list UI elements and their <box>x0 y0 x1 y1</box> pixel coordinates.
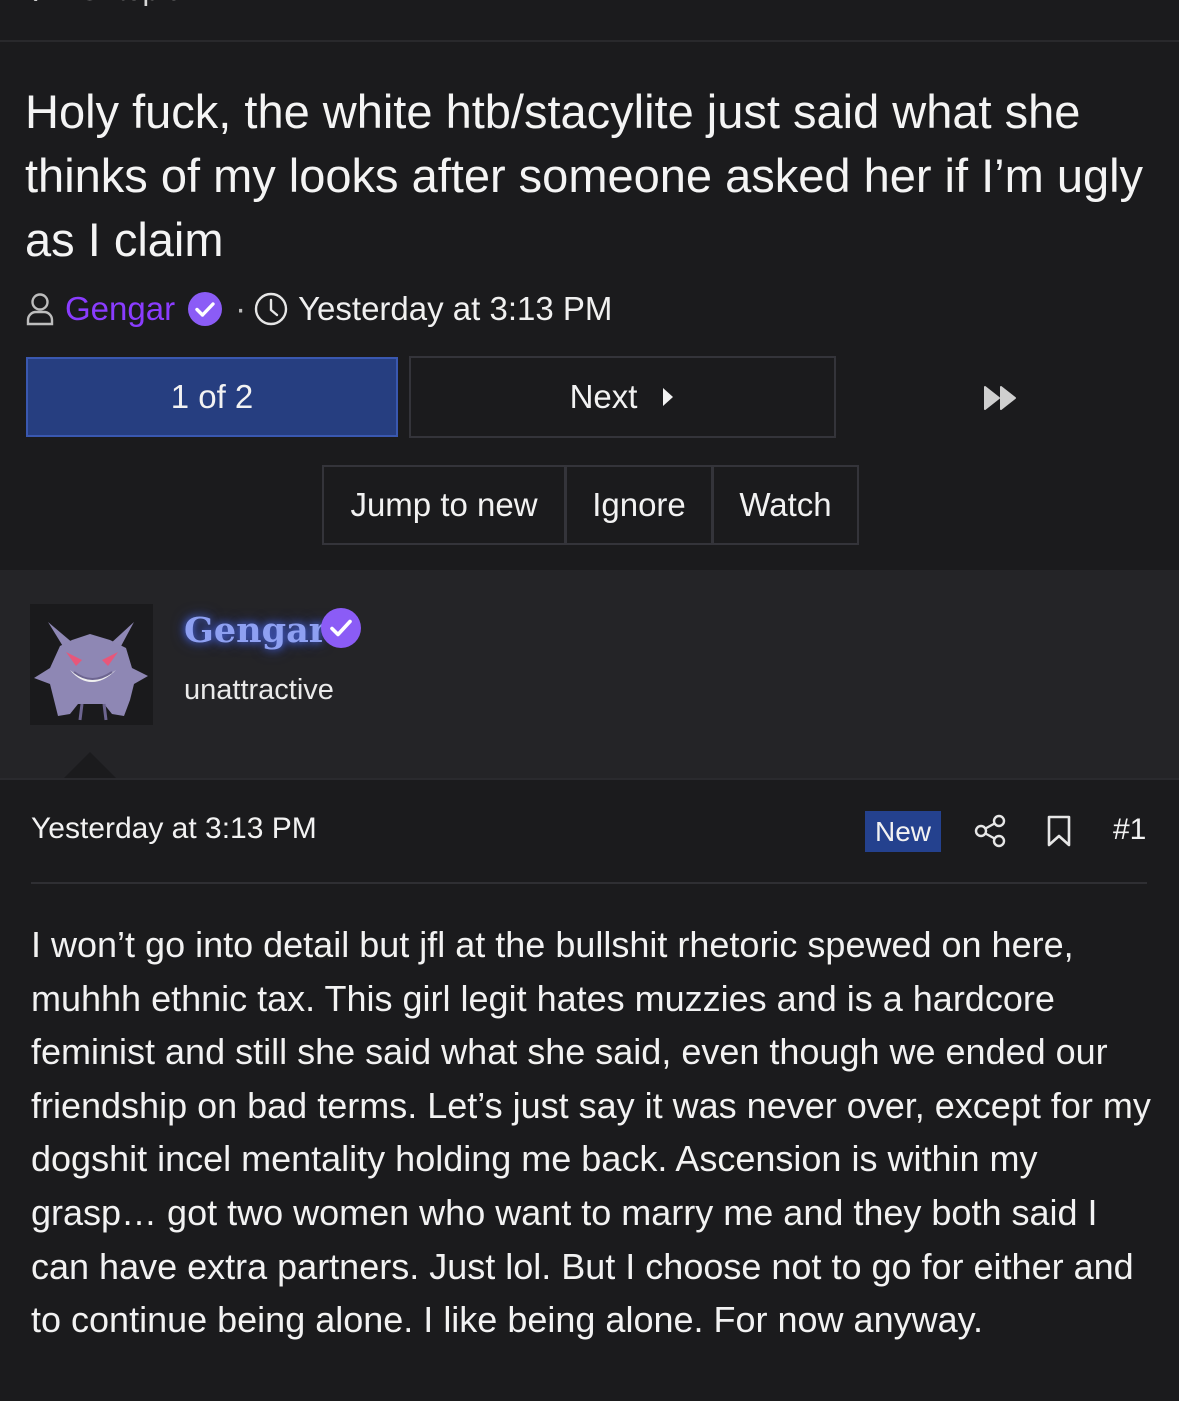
watch-button[interactable]: Watch <box>711 467 857 543</box>
post-pointer <box>62 752 118 780</box>
verified-check-icon <box>321 608 361 648</box>
page-indicator-label: 1 of 2 <box>170 378 254 415</box>
user-outline-icon <box>26 293 54 326</box>
thread-time[interactable]: Yesterday at 3:13 PM <box>298 290 612 328</box>
breadcrumb-forum-link[interactable]: Offtopic <box>78 0 181 8</box>
avatar[interactable] <box>30 604 153 725</box>
page-indicator-button[interactable]: 1 of 2 <box>26 357 398 437</box>
fast-forward-icon <box>984 386 1016 410</box>
breadcrumb[interactable]: ‹ Offtopic <box>0 0 1179 42</box>
meta-separator: · <box>235 290 247 327</box>
new-badge: New <box>865 811 941 852</box>
post-divider <box>31 882 1147 884</box>
post-user-header: Gengar unattractive <box>0 570 1179 780</box>
user-title: unattractive <box>184 674 334 706</box>
verified-check-icon <box>188 292 223 326</box>
bookmark-icon[interactable] <box>1046 815 1072 847</box>
next-page-label: Next <box>569 378 638 415</box>
thread-actions: Jump to new Ignore Watch <box>322 465 859 545</box>
divider <box>0 778 1179 780</box>
next-page-button[interactable]: Next <box>409 356 836 438</box>
share-icon[interactable] <box>974 814 1006 848</box>
post-username-link[interactable]: Gengar <box>184 610 327 651</box>
jump-to-new-button[interactable]: Jump to new <box>324 467 564 543</box>
post-number-link[interactable]: #1 <box>1113 813 1146 847</box>
clock-icon <box>254 292 288 326</box>
watch-label: Watch <box>739 486 832 523</box>
thread-title: Holy fuck, the white htb/stacylite just … <box>25 85 1144 266</box>
back-chevron-icon[interactable]: ‹ <box>28 0 39 11</box>
ignore-button[interactable]: Ignore <box>564 467 711 543</box>
thread-meta: Gengar · Yesterday at 3:13 PM <box>25 286 612 332</box>
caret-right-icon <box>663 388 674 406</box>
post-date-link[interactable]: Yesterday at 3:13 PM <box>31 812 317 846</box>
last-page-button[interactable] <box>966 378 1036 418</box>
thread-author-link[interactable]: Gengar <box>65 290 175 328</box>
ignore-label: Ignore <box>592 486 686 523</box>
post-body: I won’t go into detail but jfl at the bu… <box>31 924 1151 1341</box>
thread-page: ‹ Offtopic Holy fuck, the white htb/stac… <box>0 0 1179 1401</box>
jump-to-new-label: Jump to new <box>350 486 538 523</box>
